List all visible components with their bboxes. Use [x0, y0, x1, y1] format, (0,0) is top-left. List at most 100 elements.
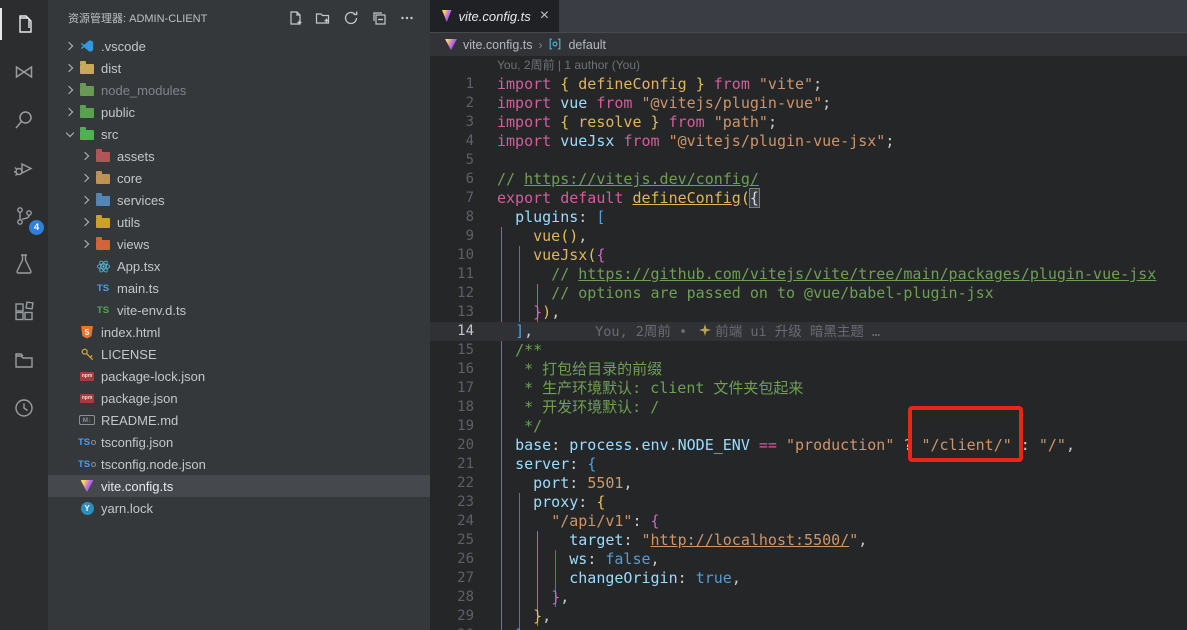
tree-item-vite-env.d.ts[interactable]: TSvite-env.d.ts: [48, 299, 430, 321]
testing-icon[interactable]: [0, 240, 48, 288]
line-number[interactable]: 8: [430, 208, 474, 227]
line-number[interactable]: 10: [430, 246, 474, 265]
code-line-12[interactable]: 12 // options are passed on to @vue/babe…: [430, 284, 1187, 303]
code-line-21[interactable]: 21 server: {: [430, 455, 1187, 474]
code-line-7[interactable]: 7export default defineConfig({: [430, 189, 1187, 208]
line-number[interactable]: 14: [430, 322, 474, 341]
code-line-8[interactable]: 8 plugins: [: [430, 208, 1187, 227]
chevron-right-icon[interactable]: [78, 170, 94, 186]
line-number[interactable]: 27: [430, 569, 474, 588]
collapse-folders-icon[interactable]: [368, 7, 390, 29]
line-number[interactable]: 24: [430, 512, 474, 531]
line-number[interactable]: 12: [430, 284, 474, 303]
tree-item-vite.config.ts[interactable]: vite.config.ts: [48, 475, 430, 497]
code-line-26[interactable]: 26 ws: false,: [430, 550, 1187, 569]
code-line-9[interactable]: 9 vue(),: [430, 227, 1187, 246]
vs-logo-icon[interactable]: [0, 48, 48, 96]
line-number[interactable]: 7: [430, 189, 474, 208]
line-number[interactable]: 1: [430, 75, 474, 94]
git-codelens[interactable]: You, 2周前 | 1 author (You): [430, 56, 1187, 75]
line-number[interactable]: 3: [430, 113, 474, 132]
code-line-20[interactable]: 20 base: process.env.NODE_ENV == "produc…: [430, 436, 1187, 455]
tree-item-assets[interactable]: assets: [48, 145, 430, 167]
tree-item-package-lock.json[interactable]: npmpackage-lock.json: [48, 365, 430, 387]
tree-item-index.html[interactable]: 5index.html: [48, 321, 430, 343]
line-number[interactable]: 29: [430, 607, 474, 626]
tree-item-LICENSE[interactable]: LICENSE: [48, 343, 430, 365]
line-number[interactable]: 26: [430, 550, 474, 569]
tree-item-services[interactable]: services: [48, 189, 430, 211]
close-tab-icon[interactable]: ×: [538, 8, 551, 24]
code-editor[interactable]: You, 2周前 | 1 author (You) 1import { defi…: [430, 56, 1187, 630]
folder-panel-icon[interactable]: [0, 336, 48, 384]
tree-item-main.ts[interactable]: TSmain.ts: [48, 277, 430, 299]
search-icon[interactable]: [0, 96, 48, 144]
tree-item-package.json[interactable]: npmpackage.json: [48, 387, 430, 409]
tree-item-core[interactable]: core: [48, 167, 430, 189]
code-line-5[interactable]: 5: [430, 151, 1187, 170]
tree-item-yarn.lock[interactable]: Yyarn.lock: [48, 497, 430, 519]
new-folder-icon[interactable]: [312, 7, 334, 29]
chevron-right-icon[interactable]: [62, 38, 78, 54]
chevron-right-icon[interactable]: [62, 60, 78, 76]
code-line-25[interactable]: 25 target: "http://localhost:5500/",: [430, 531, 1187, 550]
code-line-3[interactable]: 3import { resolve } from "path";: [430, 113, 1187, 132]
history-icon[interactable]: [0, 384, 48, 432]
line-number[interactable]: 25: [430, 531, 474, 550]
code-line-28[interactable]: 28 },: [430, 588, 1187, 607]
line-number[interactable]: 30: [430, 626, 474, 630]
line-number[interactable]: 17: [430, 379, 474, 398]
chevron-right-icon[interactable]: [62, 82, 78, 98]
refresh-icon[interactable]: [340, 7, 362, 29]
extensions-icon[interactable]: [0, 288, 48, 336]
tree-item-public[interactable]: public: [48, 101, 430, 123]
line-number[interactable]: 13: [430, 303, 474, 322]
line-number[interactable]: 18: [430, 398, 474, 417]
source-control-icon[interactable]: 4: [0, 192, 48, 240]
tree-item-utils[interactable]: utils: [48, 211, 430, 233]
line-number[interactable]: 5: [430, 151, 474, 170]
tree-item-views[interactable]: views: [48, 233, 430, 255]
line-number[interactable]: 11: [430, 265, 474, 284]
tab-vite-config[interactable]: vite.config.ts ×: [430, 0, 559, 32]
code-line-22[interactable]: 22 port: 5501,: [430, 474, 1187, 493]
tree-item-dist[interactable]: dist: [48, 57, 430, 79]
chevron-right-icon[interactable]: [78, 236, 94, 252]
line-number[interactable]: 16: [430, 360, 474, 379]
code-line-2[interactable]: 2import vue from "@vitejs/plugin-vue";: [430, 94, 1187, 113]
chevron-right-icon[interactable]: [78, 148, 94, 164]
line-number[interactable]: 22: [430, 474, 474, 493]
line-number[interactable]: 15: [430, 341, 474, 360]
line-number[interactable]: 19: [430, 417, 474, 436]
breadcrumb-file[interactable]: vite.config.ts: [463, 38, 532, 52]
tree-item-.vscode[interactable]: .vscode: [48, 35, 430, 57]
run-debug-icon[interactable]: [0, 144, 48, 192]
breadcrumb-symbol[interactable]: default: [568, 38, 606, 52]
tree-item-tsconfig.json[interactable]: TStsconfig.json: [48, 431, 430, 453]
tree-item-App.tsx[interactable]: App.tsx: [48, 255, 430, 277]
code-line-16[interactable]: 16 * 打包给目录的前缀: [430, 360, 1187, 379]
code-line-30[interactable]: 30 },: [430, 626, 1187, 630]
line-number[interactable]: 2: [430, 94, 474, 113]
tree-item-tsconfig.node.json[interactable]: TStsconfig.node.json: [48, 453, 430, 475]
code-line-1[interactable]: 1import { defineConfig } from "vite";: [430, 75, 1187, 94]
code-line-23[interactable]: 23 proxy: {: [430, 493, 1187, 512]
code-line-17[interactable]: 17 * 生产环境默认: client 文件夹包起来: [430, 379, 1187, 398]
tree-item-src[interactable]: src: [48, 123, 430, 145]
new-file-icon[interactable]: [284, 7, 306, 29]
chevron-right-icon[interactable]: [78, 214, 94, 230]
code-line-13[interactable]: 13 }),: [430, 303, 1187, 322]
code-line-27[interactable]: 27 changeOrigin: true,: [430, 569, 1187, 588]
code-line-14[interactable]: 14 ],You, 2周前 • 前端 ui 升级 暗黑主题 …: [430, 322, 1187, 341]
line-number[interactable]: 6: [430, 170, 474, 189]
code-line-4[interactable]: 4import vueJsx from "@vitejs/plugin-vue-…: [430, 132, 1187, 151]
line-number[interactable]: 20: [430, 436, 474, 455]
chevron-down-icon[interactable]: [62, 126, 78, 142]
chevron-right-icon[interactable]: [62, 104, 78, 120]
code-line-29[interactable]: 29 },: [430, 607, 1187, 626]
code-line-11[interactable]: 11 // https://github.com/vitejs/vite/tre…: [430, 265, 1187, 284]
line-number[interactable]: 21: [430, 455, 474, 474]
line-number[interactable]: 23: [430, 493, 474, 512]
tree-item-README.md[interactable]: M↓README.md: [48, 409, 430, 431]
tree-item-node_modules[interactable]: node_modules: [48, 79, 430, 101]
